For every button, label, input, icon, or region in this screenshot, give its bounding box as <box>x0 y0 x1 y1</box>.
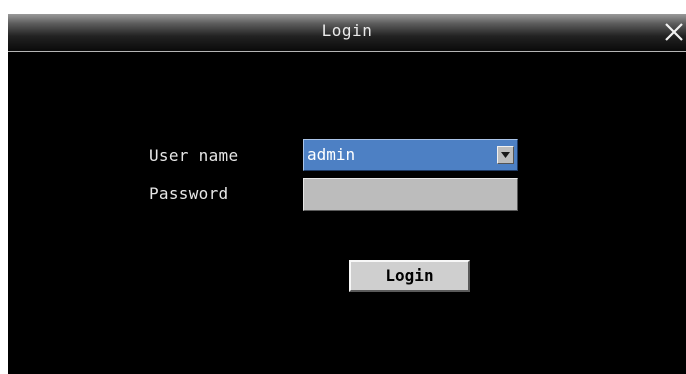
chevron-down-icon <box>501 152 510 158</box>
password-field[interactable] <box>303 178 518 211</box>
dialog-title: Login <box>321 21 373 40</box>
password-label: Password <box>149 184 229 203</box>
username-select[interactable]: admin <box>303 139 518 171</box>
title-bar: Login <box>8 14 686 52</box>
close-icon[interactable] <box>662 20 686 44</box>
username-value: admin <box>307 145 356 164</box>
login-dialog: Login User name admin Password Login <box>8 14 686 374</box>
login-button[interactable]: Login <box>349 260 470 292</box>
dropdown-button[interactable] <box>497 146 514 164</box>
username-label: User name <box>149 146 239 165</box>
